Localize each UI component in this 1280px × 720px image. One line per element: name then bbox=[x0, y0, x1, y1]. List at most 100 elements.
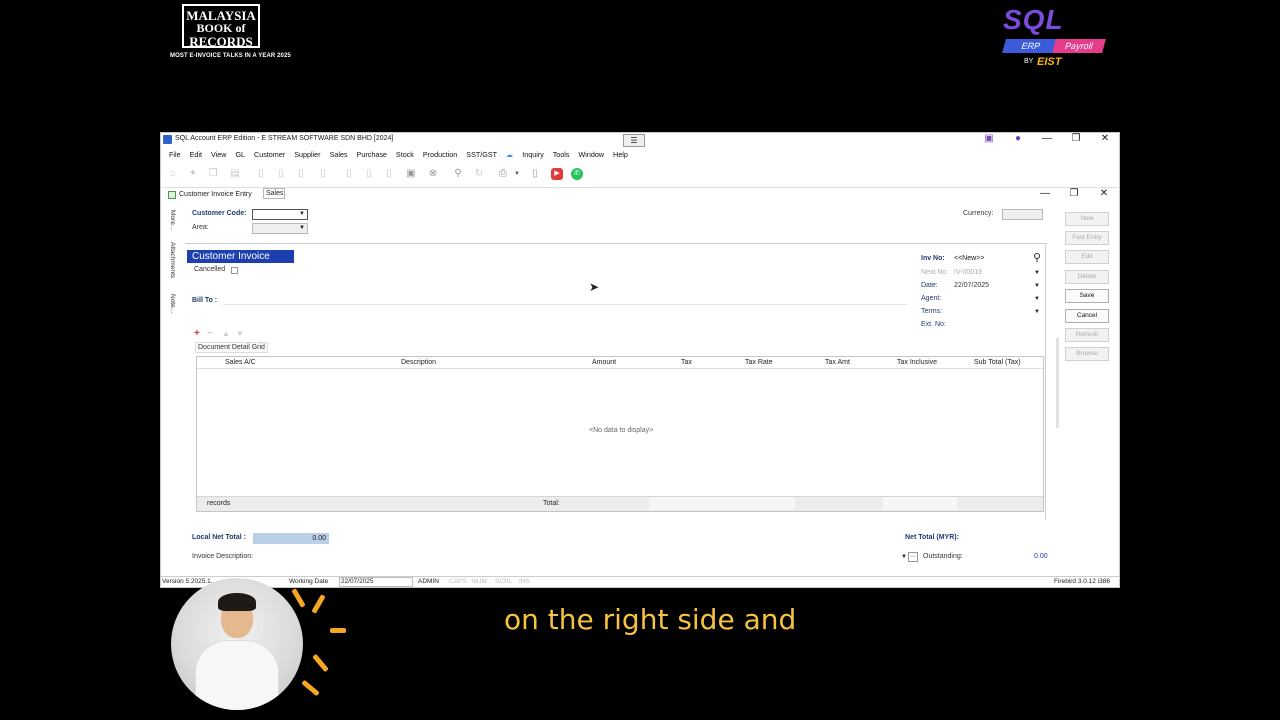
menu-customer[interactable]: Customer bbox=[254, 150, 285, 159]
side-tab-note[interactable]: Note... bbox=[169, 294, 176, 313]
save-button[interactable]: Save bbox=[1065, 289, 1109, 303]
menu-edit[interactable]: Edit bbox=[190, 150, 202, 159]
child-close-button[interactable]: ✕ bbox=[1094, 188, 1114, 199]
move-down-icon[interactable]: ▼ bbox=[236, 329, 244, 338]
col-tax-amt[interactable]: Tax Amt bbox=[825, 359, 850, 366]
date-dropdown-icon[interactable]: ▼ bbox=[1032, 282, 1042, 291]
first-icon[interactable]: ▯ bbox=[255, 168, 267, 180]
working-date-input[interactable]: 22/07/2025 bbox=[339, 577, 413, 587]
doc3-icon[interactable]: ▯ bbox=[383, 168, 395, 180]
save-icon[interactable]: ▣ bbox=[405, 168, 417, 180]
inv-search-icon[interactable]: ⚲ bbox=[1033, 251, 1041, 264]
cancelled-checkbox[interactable] bbox=[231, 267, 238, 274]
hamburger-menu-icon[interactable]: ☰ bbox=[623, 134, 645, 147]
side-tab-attachments[interactable]: Attachments bbox=[169, 242, 176, 278]
menu-gl[interactable]: GL bbox=[235, 150, 245, 159]
store-icon[interactable]: ▣ bbox=[979, 133, 999, 144]
tax-inclusive-total-cell bbox=[883, 497, 957, 510]
col-tax-rate[interactable]: Tax Rate bbox=[745, 359, 773, 366]
move-up-icon[interactable]: ▲ bbox=[222, 329, 230, 338]
menu-sales[interactable]: Sales bbox=[330, 150, 348, 159]
scrollbar[interactable] bbox=[1056, 338, 1059, 428]
refresh-button[interactable]: Refresh bbox=[1065, 328, 1109, 342]
inv-no-value[interactable]: <<New>> bbox=[954, 255, 984, 262]
menu-stock[interactable]: Stock bbox=[396, 150, 414, 159]
col-tax[interactable]: Tax bbox=[681, 359, 692, 366]
minimize-button[interactable]: — bbox=[1037, 133, 1057, 144]
outstanding-label: Outstanding: bbox=[923, 553, 963, 560]
child-minimize-button[interactable]: — bbox=[1035, 188, 1055, 199]
preview-icon[interactable]: ▯ bbox=[529, 168, 541, 180]
new-button[interactable]: New bbox=[1065, 212, 1109, 226]
doc-icon[interactable]: ▯ bbox=[343, 168, 355, 180]
accent-ray bbox=[312, 653, 329, 673]
presenter-hair bbox=[218, 593, 256, 611]
date-value[interactable]: 22/07/2025 bbox=[954, 282, 989, 289]
refresh-icon[interactable]: ↻ bbox=[473, 168, 485, 180]
next-icon[interactable]: ▯ bbox=[295, 168, 307, 180]
menu-tools[interactable]: Tools bbox=[553, 150, 570, 159]
cancel-button[interactable]: Cancel bbox=[1065, 309, 1109, 323]
whatsapp-icon[interactable]: ✆ bbox=[571, 168, 583, 180]
sql-logo-payroll: Payroll bbox=[1052, 39, 1106, 53]
invoice-description-more-icon[interactable]: ··· bbox=[908, 552, 918, 562]
form-icon bbox=[168, 191, 176, 199]
prev-icon[interactable]: ▯ bbox=[275, 168, 287, 180]
menu-window[interactable]: Window bbox=[578, 150, 604, 159]
doc2-icon[interactable]: ▯ bbox=[363, 168, 375, 180]
menu-supplier[interactable]: Supplier bbox=[294, 150, 320, 159]
menu-help[interactable]: Help bbox=[613, 150, 628, 159]
add-row-icon[interactable]: + bbox=[194, 328, 200, 339]
agent-label: Agent: bbox=[921, 295, 942, 302]
fast-entry-button[interactable]: Fast Entry bbox=[1065, 231, 1109, 245]
menu-view[interactable]: View bbox=[211, 150, 226, 159]
bill-to-line[interactable] bbox=[223, 304, 907, 305]
cloud-icon[interactable]: ☁ bbox=[506, 150, 513, 159]
browse-button[interactable]: Browse bbox=[1065, 347, 1109, 361]
col-amount[interactable]: Amount bbox=[592, 359, 616, 366]
agent-dropdown-icon[interactable]: ▼ bbox=[1032, 295, 1042, 304]
menu-sst-gst[interactable]: SST/GST bbox=[466, 150, 497, 159]
record-logo-line3: RECORDS bbox=[189, 34, 253, 49]
youtube-icon[interactable]: ▶ bbox=[551, 168, 563, 180]
sql-logo-by: BY bbox=[1024, 58, 1034, 65]
cancel-icon[interactable]: ⊗ bbox=[427, 168, 439, 180]
customer-code-dropdown-icon[interactable]: ▼ bbox=[297, 210, 307, 219]
customer-invoice-window: Customer Invoice Entry — ❐ ✕ More... Att… bbox=[163, 187, 1119, 577]
child-restore-button[interactable]: ❐ bbox=[1064, 188, 1084, 199]
customer-invoice-banner: Customer Invoice bbox=[187, 250, 294, 263]
area-dropdown-icon[interactable]: ▼ bbox=[297, 224, 307, 233]
invoice-description-input[interactable]: Sales bbox=[263, 188, 285, 199]
home-icon[interactable]: ⌂ bbox=[167, 168, 179, 180]
menu-file[interactable]: File bbox=[169, 150, 181, 159]
print-dropdown-icon[interactable]: ▼ bbox=[511, 168, 523, 180]
remove-row-icon[interactable]: − bbox=[207, 328, 213, 339]
next-no-dropdown-icon[interactable]: ▼ bbox=[1032, 269, 1042, 278]
help-icon[interactable]: ● bbox=[1008, 133, 1028, 144]
currency-input[interactable] bbox=[1002, 209, 1043, 220]
copy-icon[interactable]: ❐ bbox=[207, 168, 219, 180]
delete-button[interactable]: Delete bbox=[1065, 270, 1109, 284]
close-button[interactable]: ✕ bbox=[1095, 133, 1115, 144]
edit-button[interactable]: Edit bbox=[1065, 250, 1109, 264]
col-sub-total-tax[interactable]: Sub Total (Tax) bbox=[974, 359, 1021, 366]
new-icon[interactable]: ✦ bbox=[187, 168, 199, 180]
menu-purchase[interactable]: Purchase bbox=[357, 150, 387, 159]
terms-dropdown-icon[interactable]: ▼ bbox=[1032, 308, 1042, 317]
menu-production[interactable]: Production bbox=[423, 150, 457, 159]
menu-inquiry[interactable]: Inquiry bbox=[522, 150, 544, 159]
last-icon[interactable]: ▯ bbox=[317, 168, 329, 180]
restore-button[interactable]: ❐ bbox=[1066, 133, 1086, 144]
invoice-description-label: Invoice Description: bbox=[192, 553, 254, 560]
col-sales-ac[interactable]: Sales A/C bbox=[225, 359, 256, 366]
subtitle-caption: on the right side and bbox=[504, 603, 797, 636]
print-icon[interactable]: ⎙ bbox=[497, 168, 509, 180]
tab-document-detail-grid[interactable]: Document Detail Grid bbox=[195, 342, 268, 353]
side-tab-more[interactable]: More... bbox=[169, 210, 176, 230]
search-icon[interactable]: ⚲ bbox=[452, 168, 464, 180]
sql-logo-erp: ERP bbox=[1002, 39, 1060, 53]
side-tabs: More... Attachments Note... bbox=[169, 208, 181, 328]
col-description[interactable]: Description bbox=[401, 359, 436, 366]
col-tax-inclusive[interactable]: Tax Inclusive bbox=[897, 359, 937, 366]
paste-icon[interactable]: ▤ bbox=[229, 168, 241, 180]
